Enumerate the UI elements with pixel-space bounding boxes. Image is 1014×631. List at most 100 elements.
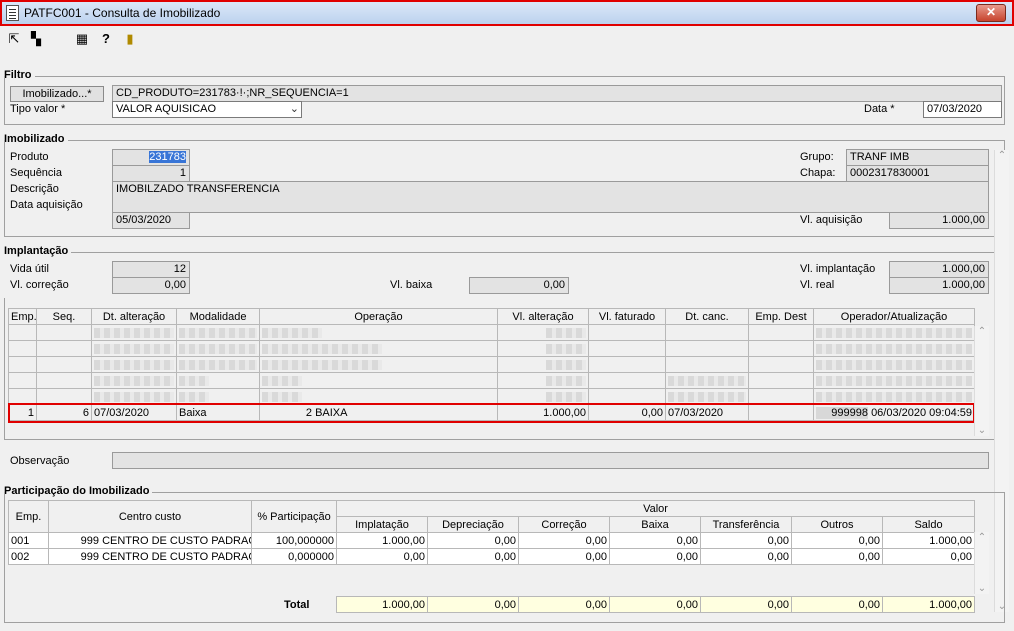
windows-icon[interactable]: ▚	[28, 31, 44, 47]
grupo-label: Grupo:	[800, 151, 834, 163]
vl-implantacao-label: Vl. implantação	[800, 263, 876, 275]
col-header-emp[interactable]: Emp.	[8, 500, 49, 533]
col-header[interactable]: Vl. faturado	[588, 308, 666, 325]
participacao-table: Emp. Centro custo % Participação Valor I…	[8, 500, 976, 565]
cell-value: 1.000,00	[881, 532, 976, 549]
col-header[interactable]: Baixa	[609, 516, 701, 533]
col-header[interactable]: Dt. alteração	[91, 308, 177, 325]
total-value: 1.000,00	[336, 596, 428, 613]
col-header[interactable]: Seq.	[36, 308, 92, 325]
observacao-field[interactable]	[112, 452, 989, 469]
calculator-icon[interactable]: ▦	[74, 31, 90, 47]
col-header[interactable]: Outros	[791, 516, 883, 533]
help-icon[interactable]: ?	[98, 31, 114, 47]
cell-centro: 999 CENTRO DE CUSTO PADRAO	[48, 532, 252, 549]
redacted-cell	[816, 391, 972, 402]
col-header[interactable]: Vl. alteração	[497, 308, 589, 325]
grupo-field[interactable]: TRANF IMB	[846, 149, 989, 166]
redacted-cell	[546, 359, 586, 370]
sequencia-field[interactable]: 1	[112, 165, 190, 182]
col-header[interactable]: Emp.	[8, 308, 37, 325]
redacted-cell	[816, 343, 972, 354]
table-row[interactable]: 002 999 CENTRO DE CUSTO PADRAO 0,000000 …	[8, 548, 976, 565]
descricao-field[interactable]: IMOBILZADO TRANSFERENCIA	[112, 181, 989, 213]
redacted-cell	[262, 391, 302, 402]
col-header[interactable]: Operação	[259, 308, 498, 325]
participacao-scrollbar[interactable]: ⌃ ⌄	[974, 532, 989, 594]
vl-baixa-label: Vl. baixa	[390, 279, 433, 291]
scroll-up-icon[interactable]: ⌃	[975, 532, 989, 543]
col-header[interactable]: Saldo	[881, 516, 976, 533]
col-header[interactable]: Transferência	[700, 516, 792, 533]
scroll-down-icon[interactable]: ⌄	[975, 583, 989, 594]
implantacao-title: Implantação	[4, 245, 72, 257]
col-header[interactable]: Depreciação	[427, 516, 519, 533]
data-label: Data *	[864, 103, 895, 115]
col-header-centro[interactable]: Centro custo	[48, 500, 252, 533]
col-header-valor: Valor	[335, 500, 976, 517]
cell-value: 0,00	[518, 532, 610, 549]
redacted-cell	[546, 391, 586, 402]
title-bar: PATFC001 - Consulta de Imobilizado ✕	[0, 0, 1014, 26]
total-value: 0,00	[609, 596, 701, 613]
table-row[interactable]	[8, 356, 975, 373]
table-row[interactable]	[8, 340, 975, 357]
redacted-cell	[179, 375, 209, 386]
totals-row: 1.000,00 0,00 0,00 0,00 0,00 0,00 1.000,…	[336, 596, 975, 613]
window-title: PATFC001 - Consulta de Imobilizado	[24, 6, 221, 20]
exit-icon[interactable]: ⇱	[6, 31, 22, 47]
col-header[interactable]: Dt. canc.	[665, 308, 749, 325]
redacted-cell	[179, 359, 257, 370]
selected-row-highlight	[8, 403, 975, 423]
data-field[interactable]: 07/03/2020	[923, 101, 1002, 118]
col-header[interactable]: Correção	[518, 516, 610, 533]
col-header[interactable]: Operador/Atualização	[813, 308, 975, 325]
vl-real-field[interactable]: 1.000,00	[889, 277, 989, 294]
produto-field[interactable]: 231783	[112, 149, 190, 166]
vl-baixa-field[interactable]: 0,00	[469, 277, 569, 294]
scroll-up-icon[interactable]: ⌃	[995, 150, 1009, 161]
col-header[interactable]: Emp. Dest	[748, 308, 814, 325]
vl-aquisicao-label: Vl. aquisição	[800, 214, 863, 226]
col-header-perc[interactable]: % Participação	[251, 500, 337, 533]
table-row[interactable]	[8, 324, 975, 341]
vida-util-field[interactable]: 12	[112, 261, 190, 278]
descricao-label: Descrição	[10, 183, 59, 195]
tipo-valor-select[interactable]: VALOR AQUISICAO ⌄	[112, 101, 302, 118]
cc-code: 999	[80, 550, 99, 563]
close-button[interactable]: ✕	[976, 4, 1006, 22]
total-value: 0,00	[791, 596, 883, 613]
redacted-cell	[262, 327, 322, 338]
redacted-cell	[668, 391, 746, 402]
vl-aquisicao-field[interactable]: 1.000,00	[889, 212, 989, 229]
table-row[interactable]	[8, 372, 975, 389]
table-row[interactable]: 001 999 CENTRO DE CUSTO PADRAO 100,00000…	[8, 532, 976, 549]
observacao-label: Observação	[10, 455, 70, 467]
imobilizado-filter-field[interactable]: CD_PRODUTO=231783·!·;NR_SEQUENCIA=1	[112, 85, 1002, 102]
door-icon[interactable]: ▮	[122, 31, 138, 47]
cell-value: 0,00	[791, 548, 883, 565]
cc-name: CENTRO DE CUSTO PADRAO	[102, 534, 252, 547]
redacted-cell	[94, 359, 174, 370]
scroll-up-icon[interactable]: ⌃	[975, 326, 989, 337]
redacted-cell	[546, 375, 586, 386]
total-value: 0,00	[700, 596, 792, 613]
cell-value: 0,00	[609, 548, 701, 565]
cell-value: 1.000,00	[336, 532, 428, 549]
chapa-field[interactable]: 0002317830001	[846, 165, 989, 182]
total-value: 0,00	[427, 596, 519, 613]
total-value: 1.000,00	[882, 596, 975, 613]
col-header[interactable]: Modalidade	[176, 308, 260, 325]
col-header[interactable]: Implatação	[336, 516, 428, 533]
cell-emp: 002	[8, 548, 49, 565]
movimentos-scrollbar[interactable]: ⌃ ⌄	[974, 326, 989, 436]
vl-real-label: Vl. real	[800, 279, 835, 291]
data-aquisicao-field[interactable]: 05/03/2020	[112, 212, 190, 229]
vl-correcao-field[interactable]: 0,00	[112, 277, 190, 294]
vl-implantacao-field[interactable]: 1.000,00	[889, 261, 989, 278]
redacted-cell	[179, 327, 257, 338]
scroll-down-icon[interactable]: ⌄	[975, 425, 989, 436]
vida-util-label: Vida útil	[10, 263, 49, 275]
redacted-cell	[94, 343, 174, 354]
imobilizado-button[interactable]: Imobilizado...*	[10, 86, 104, 102]
